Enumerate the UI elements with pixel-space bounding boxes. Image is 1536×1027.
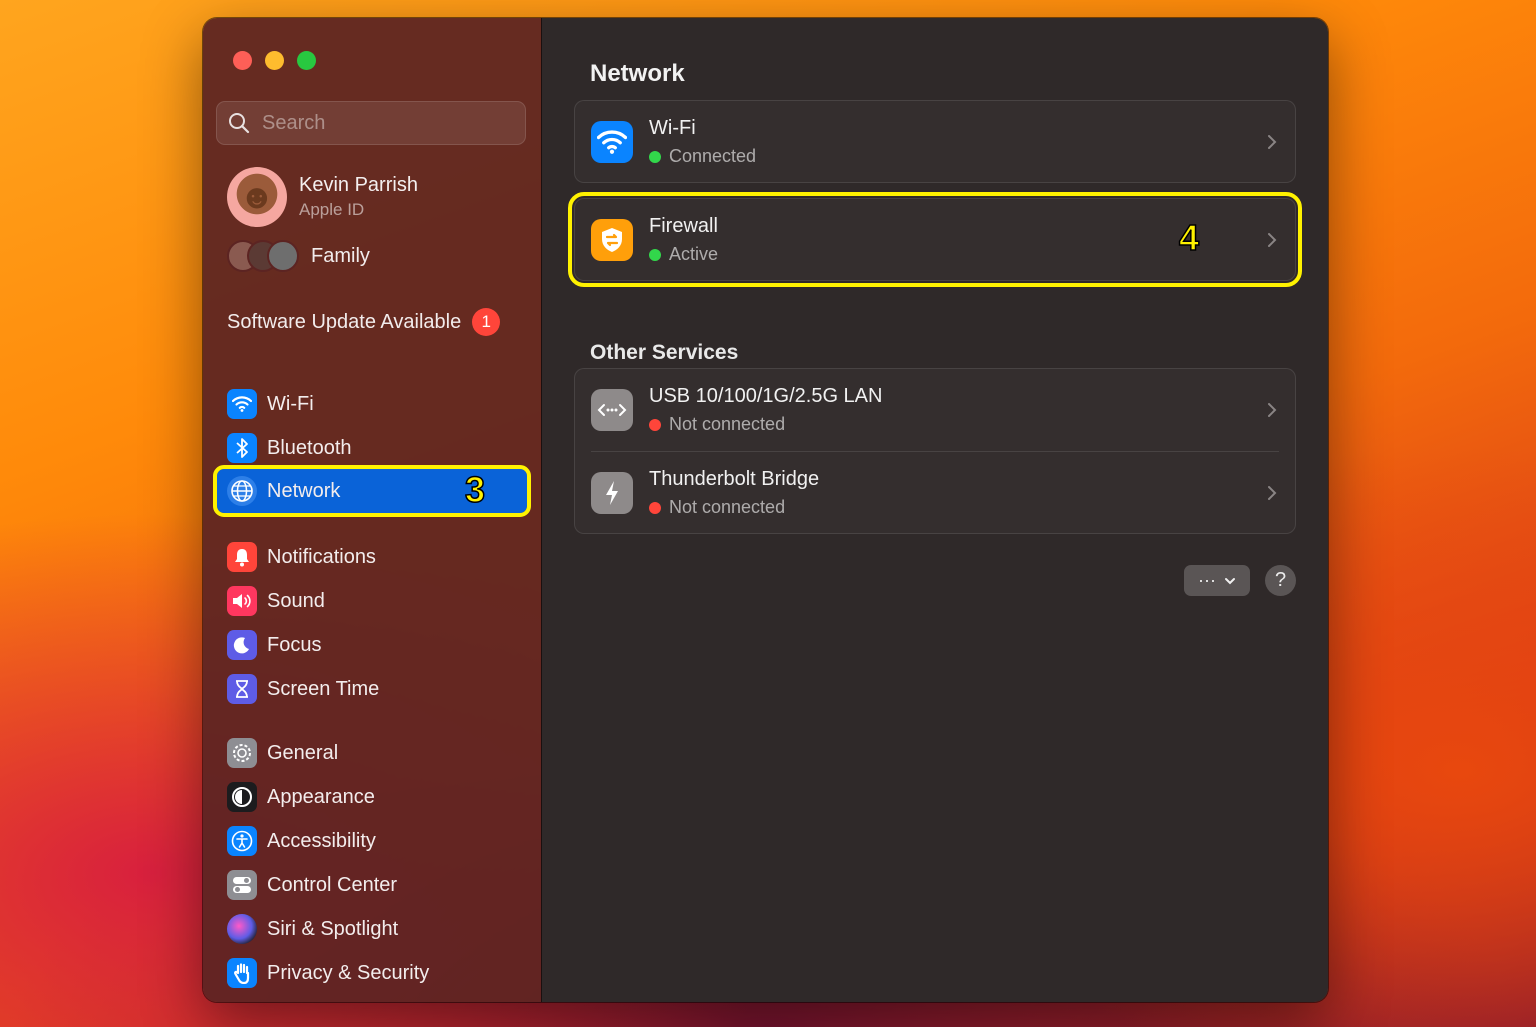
sidebar-item-network[interactable]: Network 3 [213, 465, 531, 517]
chevron-down-icon [1224, 577, 1235, 584]
sidebar-item-focus[interactable]: Focus [217, 625, 527, 665]
moon-icon [227, 630, 257, 660]
firewall-icon [591, 219, 633, 261]
wifi-service-card[interactable]: Wi-Fi Connected [574, 100, 1296, 183]
chevron-right-icon [1268, 135, 1277, 149]
status-text: Not connected [669, 414, 786, 434]
close-button[interactable] [233, 51, 252, 70]
hourglass-icon [227, 674, 257, 704]
service-status: Not connected [649, 497, 819, 518]
family-item[interactable]: Family [227, 240, 370, 272]
more-actions-label: ··· [1198, 570, 1216, 590]
ethernet-icon [591, 389, 633, 431]
status-dot-red [649, 418, 661, 431]
step-4-annotation: 4 [1178, 216, 1200, 259]
speaker-icon [227, 586, 257, 616]
sidebar-item-screen-time[interactable]: Screen Time [217, 669, 527, 709]
avatar: ☻ [227, 167, 287, 227]
status-text: Active [669, 244, 719, 264]
software-update-label: Software Update Available [227, 310, 462, 333]
sidebar-item-control-center[interactable]: Control Center [217, 865, 527, 905]
service-status: Active [649, 244, 718, 265]
sidebar-item-label: Wi-Fi [267, 392, 314, 415]
sidebar-item-label: Network [267, 479, 341, 502]
status-dot-green [649, 248, 661, 261]
sidebar-item-notifications[interactable]: Notifications [217, 537, 527, 577]
bell-icon [227, 542, 257, 572]
thunderbolt-icon [591, 472, 633, 514]
service-status: Not connected [649, 414, 882, 435]
hand-icon [227, 958, 257, 988]
accessibility-icon [227, 826, 257, 856]
more-actions-button[interactable]: ··· [1184, 565, 1250, 596]
search-input[interactable] [260, 110, 504, 136]
sidebar-item-wifi[interactable]: Wi-Fi [217, 384, 527, 424]
page-title: Network [590, 60, 685, 87]
sidebar-item-label: Privacy & Security [267, 961, 430, 984]
sidebar-item-general[interactable]: General [217, 733, 527, 773]
minimize-button[interactable] [265, 51, 284, 70]
bluetooth-icon [227, 433, 257, 463]
chevron-right-icon [1268, 486, 1277, 500]
sidebar-item-label: Accessibility [267, 829, 376, 852]
family-label: Family [311, 244, 370, 267]
sidebar-item-label: Appearance [267, 785, 375, 808]
zoom-button[interactable] [297, 51, 316, 70]
sidebar-item-bluetooth[interactable]: Bluetooth [217, 428, 527, 468]
sidebar-item-label: Sound [267, 589, 325, 612]
gear-icon [227, 738, 257, 768]
search-field[interactable] [216, 101, 526, 145]
sidebar-item-label: Siri & Spotlight [267, 917, 399, 940]
status-dot-red [649, 501, 661, 514]
status-text: Not connected [669, 497, 786, 517]
sidebar-item-label: Bluetooth [267, 436, 352, 459]
profile-name: Kevin Parrish [299, 174, 418, 196]
family-avatars [227, 240, 299, 272]
control-center-icon [227, 870, 257, 900]
software-update-item[interactable]: Software Update Available 1 [227, 308, 501, 336]
help-button[interactable]: ? [1265, 565, 1296, 596]
chevron-right-icon [1268, 403, 1277, 417]
other-services-card: USB 10/100/1G/2.5G LAN Not connected Thu… [574, 368, 1296, 534]
globe-icon [227, 476, 257, 506]
service-title: Thunderbolt Bridge [649, 468, 820, 490]
update-count-badge: 1 [472, 308, 501, 336]
sidebar-item-label: Control Center [267, 873, 398, 896]
other-services-heading: Other Services [590, 341, 739, 364]
firewall-service-card[interactable]: Firewall Active 4 [568, 192, 1302, 287]
chevron-right-icon [1268, 233, 1277, 247]
system-settings-window: ☻ Kevin Parrish Apple ID Family Software… [203, 18, 1328, 1002]
main-pane: Network Wi-Fi Connected Firewall Active … [542, 18, 1328, 1002]
siri-icon [227, 914, 257, 944]
service-row-firewall[interactable]: Firewall Active 4 [575, 199, 1295, 281]
status-dot-green [649, 150, 661, 163]
service-title: Firewall [649, 215, 718, 237]
search-icon [229, 113, 250, 134]
profile-subtitle: Apple ID [299, 200, 365, 219]
wifi-icon [227, 389, 257, 419]
service-row-usb-lan[interactable]: USB 10/100/1G/2.5G LAN Not connected [575, 369, 1295, 451]
sidebar-item-label: Screen Time [267, 677, 380, 700]
sidebar-item-privacy-security[interactable]: Privacy & Security [217, 953, 527, 993]
sidebar-item-accessibility[interactable]: Accessibility [217, 821, 527, 861]
sidebar-item-label: Focus [267, 633, 322, 656]
appearance-icon [227, 782, 257, 812]
wifi-icon [591, 121, 633, 163]
service-row-thunderbolt-bridge[interactable]: Thunderbolt Bridge Not connected [575, 452, 1295, 534]
sidebar-item-siri-spotlight[interactable]: Siri & Spotlight [217, 909, 527, 949]
sidebar-item-label: General [267, 741, 339, 764]
service-row-wifi[interactable]: Wi-Fi Connected [575, 101, 1295, 183]
service-title: USB 10/100/1G/2.5G LAN [649, 385, 883, 407]
sidebar-item-appearance[interactable]: Appearance [217, 777, 527, 817]
window-controls [233, 51, 316, 70]
sidebar-item-sound[interactable]: Sound [217, 581, 527, 621]
service-status: Connected [649, 146, 756, 167]
step-3-annotation: 3 [464, 468, 486, 511]
service-title: Wi-Fi [649, 117, 696, 139]
sidebar-item-label: Notifications [267, 545, 376, 568]
sidebar: ☻ Kevin Parrish Apple ID Family Software… [203, 18, 542, 1002]
status-text: Connected [669, 146, 757, 166]
apple-id-profile[interactable]: ☻ Kevin Parrish Apple ID [227, 167, 418, 227]
